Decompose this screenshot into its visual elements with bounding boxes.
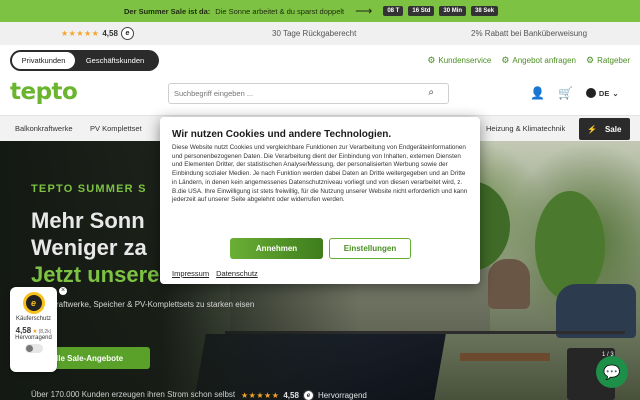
segment-privatkunden[interactable]: Privatkunden [12, 52, 75, 69]
hero-rating-stars-icon: ★★★★★ [241, 391, 280, 400]
cart-icon[interactable]: 🛒 [558, 86, 573, 100]
countdown-seconds: 38 Sek [471, 6, 499, 16]
hero-rating-value: 4,58 [283, 391, 299, 400]
hero-headline-3: Jetzt unsere [31, 262, 160, 287]
hero-subtitle: raftwerke, Speicher & PV-Komplettsets zu… [56, 300, 255, 309]
countdown-hours: 16 Std [408, 6, 435, 16]
discount-text: 2% Rabatt bei Banküberweisung [471, 29, 588, 38]
support-icon: ⚙ [427, 55, 436, 65]
sale-label: Sale [604, 124, 622, 134]
search-box: ⌕ [168, 83, 449, 104]
nav-item-pv-komplettset[interactable]: PV Komplettset [90, 124, 142, 133]
guide-label: Ratgeber [597, 56, 630, 65]
settings-button[interactable]: Einstellungen [329, 238, 411, 259]
bulb-icon: ⚙ [586, 55, 595, 65]
trusted-shops-logo: e [22, 292, 45, 314]
trusted-shops-letter: e [25, 295, 42, 311]
chat-icon[interactable]: 💬 [596, 356, 628, 388]
hero-trusted-shops-icon: e [302, 390, 314, 400]
hero-customer-count: Über 170.000 Kunden erzeugen ihren Strom… [31, 390, 236, 399]
language-selector[interactable]: DE ⌄ [585, 88, 619, 98]
search-icon[interactable]: ⌕ [428, 87, 434, 98]
badge-score-value: 4,58 [15, 326, 32, 335]
promo-label: Der Summer Sale ist da: [124, 6, 211, 16]
flag-icon [585, 88, 596, 98]
customer-service-link[interactable]: ⚙ Kundenservice [427, 55, 491, 66]
tepto-logo[interactable]: tepto [10, 79, 78, 105]
rating-value: 4,58 [102, 29, 118, 38]
hero-headline-2: Weniger za [31, 235, 147, 260]
guide-link[interactable]: ⚙ Ratgeber [586, 55, 630, 66]
badge-verdict: Hervorragend [15, 335, 52, 341]
nav-item-sale[interactable]: ⚡ Sale [579, 118, 630, 140]
header-links: ⚙ Kundenservice ⚙ Angebot anfragen ⚙ Rat… [427, 55, 630, 66]
badge-toggle[interactable] [24, 344, 43, 353]
nav-item-heizung[interactable]: Heizung & Klimatechnik [486, 124, 565, 133]
customer-type-switch: Privatkunden Geschäftskunden [10, 50, 159, 71]
cookie-title: Wir nutzen Cookies und andere Technologi… [172, 129, 392, 140]
hero-kicker: TEPTO SUMMER S [31, 183, 147, 195]
trusted-shops-badge[interactable]: × e Käuferschutz 4,58 ★ (8,2k) Hervorrag… [10, 287, 67, 372]
segment-geschaeftskunden[interactable]: Geschäftskunden [75, 52, 155, 69]
promo-text: Die Sonne arbeitet & du sparst doppelt [215, 6, 345, 16]
close-icon[interactable]: × [59, 287, 67, 295]
hero-table-image [460, 353, 550, 361]
return-policy-text: 30 Tage Rückgaberecht [272, 29, 357, 38]
chevron-down-icon: ⌄ [612, 88, 619, 98]
header-actions: 👤 🛒 DE ⌄ [530, 86, 619, 100]
arrow-right-icon: ⟶ [355, 4, 373, 18]
promo-bar: Der Summer Sale ist da: Die Sonne arbeit… [0, 0, 640, 22]
shop-rating[interactable]: ★★★★★ 4,58 e [61, 27, 134, 40]
customer-service-label: Kundenservice [438, 56, 492, 65]
trust-bar: ★★★★★ 4,58 e 30 Tage Rückgaberecht 2% Ra… [0, 22, 640, 45]
search-input[interactable] [169, 84, 409, 103]
hero-rating-label: Hervorragend [317, 391, 367, 400]
lightning-icon: ⚡ [587, 124, 597, 134]
countdown-minutes: 30 Min [439, 6, 467, 16]
cookie-links: Impressum Datenschutz [172, 269, 258, 278]
hero-person2-image [556, 284, 636, 338]
request-quote-label: Angebot anfragen [512, 56, 576, 65]
buyer-protection-label: Käuferschutz [15, 316, 52, 322]
language-label: DE [598, 88, 610, 98]
trusted-shops-icon: e [120, 27, 134, 40]
request-quote-link[interactable]: ⚙ Angebot anfragen [501, 55, 576, 66]
hero-headline-1: Mehr Sonn [31, 208, 145, 233]
cookie-body: Diese Website nutzt Cookies und vergleic… [172, 144, 468, 204]
impressum-link[interactable]: Impressum [172, 269, 209, 278]
datenschutz-link[interactable]: Datenschutz [216, 269, 258, 278]
accept-button[interactable]: Annehmen [230, 238, 323, 259]
star-icon: ★ [32, 329, 38, 335]
countdown-days: 08 T [383, 6, 404, 16]
hero-person-image [488, 259, 530, 309]
cookie-consent-dialog: Wir nutzen Cookies und andere Technologi… [160, 117, 480, 284]
quote-icon: ⚙ [501, 55, 510, 65]
nav-item-balkonkraftwerke[interactable]: Balkonkraftwerke [15, 124, 73, 133]
hero-rating: ★★★★★ 4,58 e Hervorragend [241, 390, 367, 400]
account-icon[interactable]: 👤 [530, 86, 545, 100]
badge-score: 4,58 ★ (8,2k) [10, 326, 57, 335]
rating-stars-icon: ★★★★★ [61, 29, 100, 38]
